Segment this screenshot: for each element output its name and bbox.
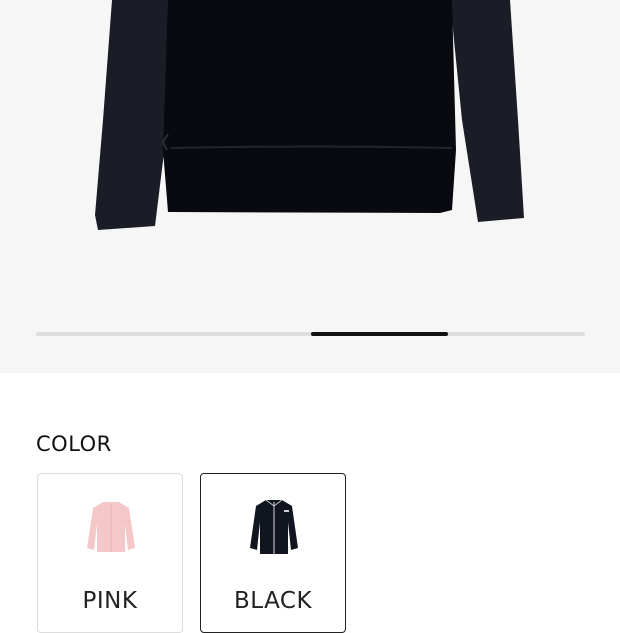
black-jacket-thumbnail	[250, 499, 298, 554]
jacket-body	[163, 0, 456, 213]
color-option-black[interactable]: BLACK	[200, 473, 346, 633]
image-slide-indicator	[36, 332, 585, 336]
jacket-right-sleeve	[450, 0, 524, 222]
product-image-gallery[interactable]	[0, 0, 620, 373]
color-option-pink[interactable]: PINK	[37, 473, 183, 633]
color-section-title: COLOR	[36, 432, 112, 456]
jacket-left-sleeve	[95, 0, 170, 230]
slide-indicator-thumb	[310, 332, 448, 336]
pink-jacket-thumbnail	[87, 502, 135, 552]
color-option-label: BLACK	[233, 588, 313, 614]
color-option-label: PINK	[82, 588, 138, 614]
product-hero-image	[95, 0, 524, 230]
